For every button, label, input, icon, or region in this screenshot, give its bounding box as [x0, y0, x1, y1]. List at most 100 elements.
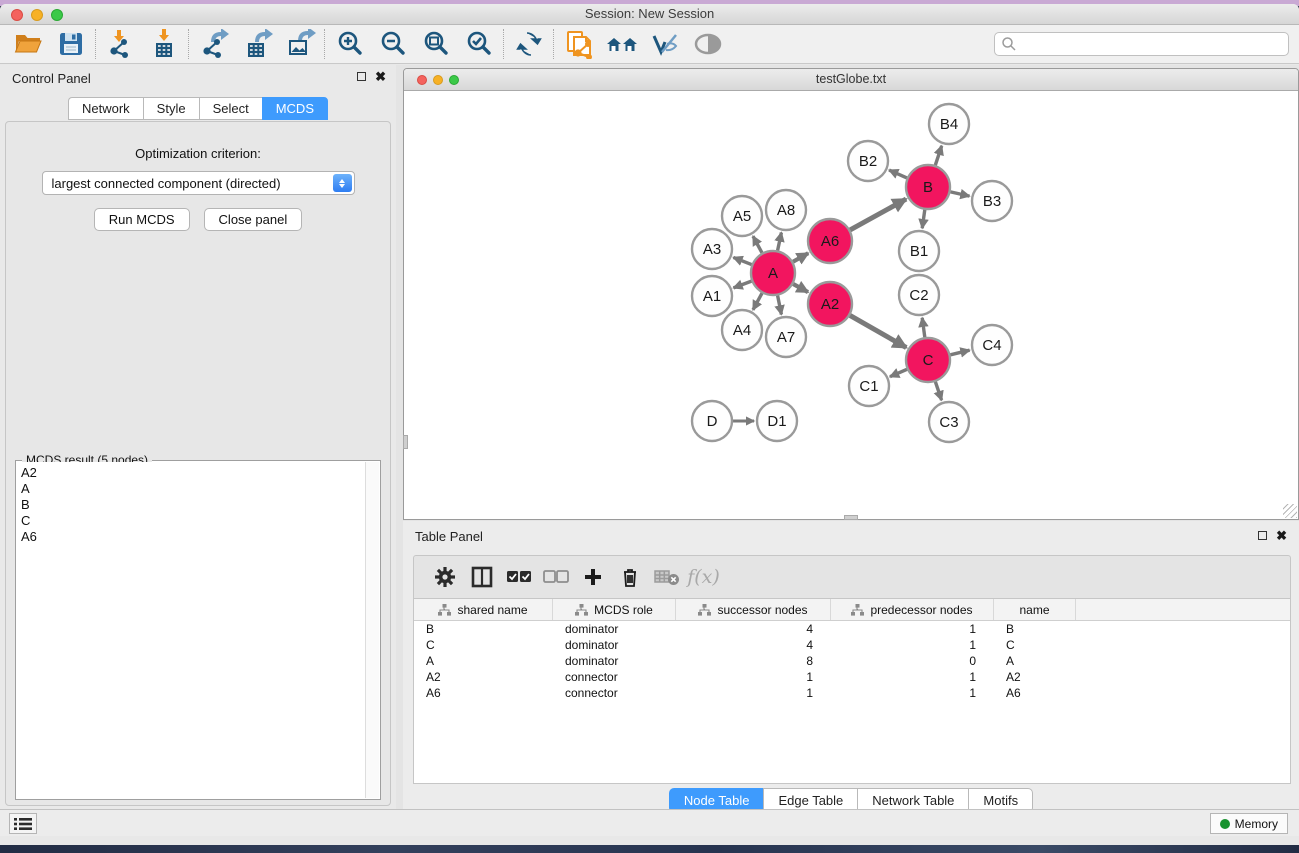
zoom-window-button[interactable] [51, 9, 63, 21]
edge-B-B1[interactable] [922, 210, 925, 228]
edge-A-A2[interactable] [793, 284, 808, 292]
tab-style[interactable]: Style [143, 97, 199, 120]
edge-C-C1[interactable] [890, 369, 907, 376]
apply-layout-button[interactable] [507, 28, 550, 60]
close-window-button[interactable] [11, 9, 23, 21]
network-minimize-button[interactable] [433, 75, 443, 85]
zoom-in-button[interactable] [328, 28, 371, 60]
node-B3[interactable]: B3 [972, 181, 1012, 221]
search-box[interactable] [994, 32, 1289, 56]
columns-button[interactable] [463, 562, 500, 592]
mcds-result-list[interactable]: A2ABCA6 [17, 462, 365, 798]
network-close-button[interactable] [417, 75, 427, 85]
table-row[interactable]: Cdominator41C [414, 637, 1290, 653]
float-panel-icon[interactable] [357, 72, 366, 81]
edge-A-A8[interactable] [778, 233, 782, 251]
edge-A2-C[interactable] [850, 315, 906, 347]
edge-B-B2[interactable] [889, 170, 907, 178]
splitter-nub-bottom[interactable] [844, 515, 858, 520]
clone-network-button[interactable] [557, 28, 600, 60]
table-row[interactable]: A2connector11A2 [414, 669, 1290, 685]
hide-graphics-details-button[interactable] [643, 28, 686, 60]
delete-table-button[interactable] [648, 562, 685, 592]
select-all-button[interactable] [500, 562, 537, 592]
mcds-result-item[interactable]: C [21, 513, 365, 529]
node-A[interactable]: A [751, 251, 795, 295]
table-row[interactable]: Bdominator41B [414, 621, 1290, 637]
column-header-predecessor-nodes[interactable]: predecessor nodes [831, 599, 994, 620]
column-header-successor-nodes[interactable]: successor nodes [676, 599, 831, 620]
mcds-result-item[interactable]: A [21, 481, 365, 497]
close-table-panel-icon[interactable]: ✖ [1276, 530, 1287, 541]
mcds-result-item[interactable]: A6 [21, 529, 365, 545]
edge-A-A4[interactable] [753, 293, 762, 310]
column-header-name[interactable]: name [994, 599, 1076, 620]
settings-button[interactable] [426, 562, 463, 592]
edge-C-C4[interactable] [950, 350, 969, 355]
node-C3[interactable]: C3 [929, 402, 969, 442]
node-D1[interactable]: D1 [757, 401, 797, 441]
mcds-result-item[interactable]: B [21, 497, 365, 513]
node-A2[interactable]: A2 [808, 282, 852, 326]
splitter-nub-left[interactable] [403, 435, 408, 449]
optimization-criterion-select[interactable]: largest connected component (directed) [42, 171, 355, 195]
edge-C-C3[interactable] [935, 382, 941, 400]
tab-mcds[interactable]: MCDS [262, 97, 328, 120]
node-C4[interactable]: C4 [972, 325, 1012, 365]
search-input[interactable] [1017, 37, 1288, 51]
zoom-selected-button[interactable] [457, 28, 500, 60]
edge-A-A1[interactable] [734, 281, 752, 288]
memory-button[interactable]: Memory [1210, 813, 1288, 834]
edge-A-A5[interactable] [753, 236, 762, 253]
resize-grip-icon[interactable] [1283, 504, 1297, 518]
column-header-shared-name[interactable]: shared name [414, 599, 553, 620]
table-row[interactable]: Adominator80A [414, 653, 1290, 669]
edge-A-A3[interactable] [733, 257, 751, 264]
node-A8[interactable]: A8 [766, 190, 806, 230]
export-table-button[interactable] [235, 28, 278, 60]
minimize-window-button[interactable] [31, 9, 43, 21]
edge-A-A7[interactable] [778, 296, 782, 315]
show-panels-button[interactable] [9, 813, 37, 834]
edge-A-A6[interactable] [793, 253, 808, 262]
app-titlebar[interactable]: Session: New Session [0, 4, 1299, 25]
tab-select[interactable]: Select [199, 97, 262, 120]
edge-B-B3[interactable] [951, 192, 970, 196]
node-C2[interactable]: C2 [899, 275, 939, 315]
tab-network[interactable]: Network [68, 97, 143, 120]
network-canvas[interactable]: B4B2BB3A8A5A6A3B1AC2A1A2A4A7C4CC1C3DD1 [404, 91, 1298, 519]
import-network-button[interactable] [99, 28, 142, 60]
node-C1[interactable]: C1 [849, 366, 889, 406]
function-builder-button[interactable]: f(x) [685, 562, 722, 592]
node-B4[interactable]: B4 [929, 104, 969, 144]
node-C[interactable]: C [906, 338, 950, 382]
save-session-button[interactable] [49, 28, 92, 60]
node-A4[interactable]: A4 [722, 310, 762, 350]
table-row[interactable]: A6connector11A6 [414, 685, 1290, 701]
node-B2[interactable]: B2 [848, 141, 888, 181]
node-D[interactable]: D [692, 401, 732, 441]
add-row-button[interactable] [574, 562, 611, 592]
close-panel-button[interactable]: Close panel [204, 208, 303, 231]
result-scrollbar[interactable] [365, 462, 379, 798]
network-graph[interactable]: B4B2BB3A8A5A6A3B1AC2A1A2A4A7C4CC1C3DD1 [404, 91, 1298, 519]
float-table-panel-icon[interactable] [1258, 531, 1267, 540]
edge-A6-B[interactable] [850, 199, 906, 230]
edge-B-B4[interactable] [935, 146, 941, 165]
node-A6[interactable]: A6 [808, 219, 852, 263]
import-table-button[interactable] [142, 28, 185, 60]
node-B1[interactable]: B1 [899, 231, 939, 271]
open-session-button[interactable] [6, 28, 49, 60]
delete-row-button[interactable] [611, 562, 648, 592]
network-zoom-button[interactable] [449, 75, 459, 85]
zoom-out-button[interactable] [371, 28, 414, 60]
column-header-MCDS-role[interactable]: MCDS role [553, 599, 676, 620]
network-window-titlebar[interactable]: testGlobe.txt [404, 69, 1298, 91]
export-image-button[interactable] [278, 28, 321, 60]
run-mcds-button[interactable]: Run MCDS [94, 208, 190, 231]
edge-C-C2[interactable] [922, 318, 925, 337]
zoom-fit-button[interactable] [414, 28, 457, 60]
mcds-result-item[interactable]: A2 [21, 465, 365, 481]
node-A7[interactable]: A7 [766, 317, 806, 357]
node-A3[interactable]: A3 [692, 229, 732, 269]
